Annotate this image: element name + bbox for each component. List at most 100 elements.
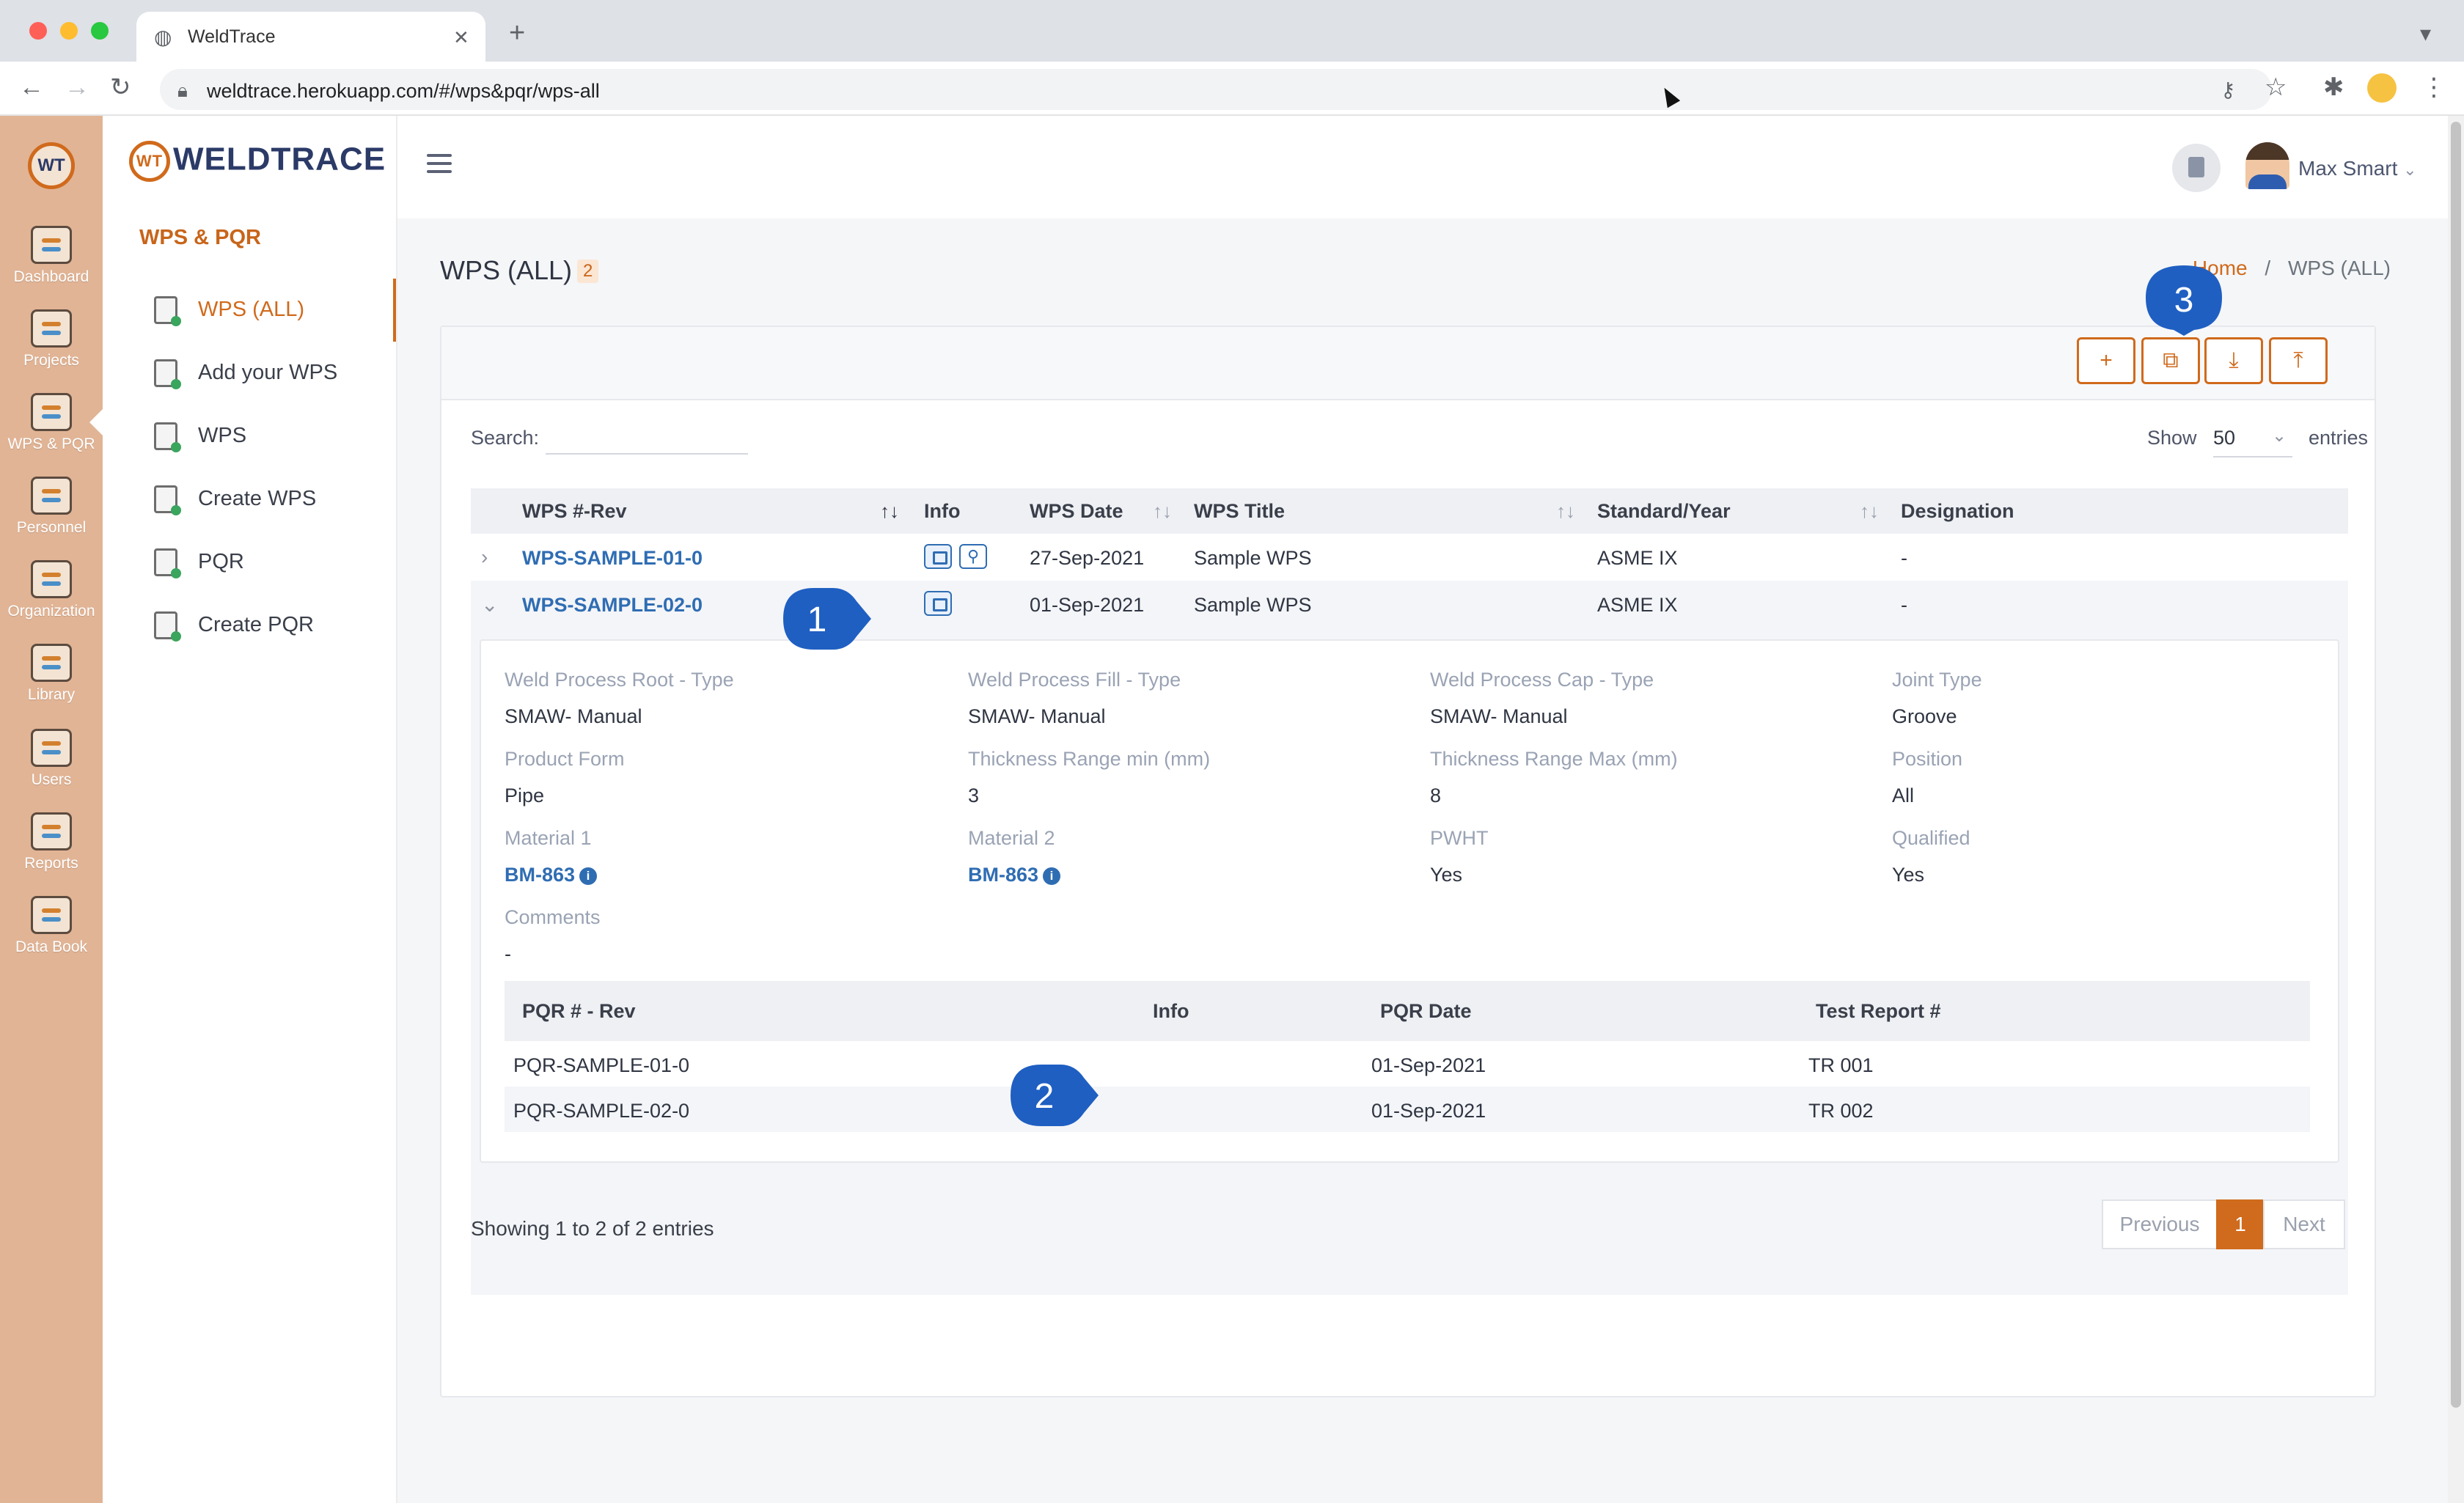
detail-label: Weld Process Fill - Type [968, 669, 1181, 691]
back-icon[interactable]: ← [19, 75, 44, 100]
sort-icon[interactable]: ↑↓ [1860, 500, 1879, 523]
callout-marker-3: 3 [2143, 264, 2225, 337]
detail-label: Thickness Range Max (mm) [1430, 748, 1678, 770]
previous-page-button[interactable]: Previous [2102, 1199, 2218, 1249]
wps-link[interactable]: WPS-SAMPLE-01-0 [522, 547, 703, 570]
key-icon[interactable]: ⚷ [2221, 78, 2236, 103]
sidebar-item-label: Create WPS [198, 487, 317, 510]
pqr-column-header: PQR Date [1380, 1000, 1472, 1022]
sidebar-item-pqr[interactable]: PQR [103, 531, 396, 594]
module-rail: WT Dashboard Projects WPS & PQR Personne… [0, 116, 103, 1503]
user-menu[interactable]: Max Smart ⌄ [2298, 157, 2417, 180]
column-header-date[interactable]: WPS Date [1030, 500, 1123, 523]
rail-item-dashboard[interactable]: Dashboard [0, 226, 103, 286]
upload-button[interactable]: ⤒ [2269, 337, 2328, 384]
rail-label: Personnel [16, 519, 87, 536]
material-2-link[interactable]: BM-863 i [968, 864, 1061, 886]
breadcrumb-separator: / [2265, 257, 2271, 279]
rail-item-personnel[interactable]: Personnel [0, 477, 103, 537]
table-row[interactable]: ⌄ WPS-SAMPLE-02-0 01-Sep-2021 Sample WPS… [471, 581, 2348, 628]
tab-search-icon[interactable]: ▾ [2420, 22, 2431, 47]
scrollbar-thumb[interactable] [2451, 122, 2461, 1408]
material-1-value: BM-863 [505, 864, 576, 886]
wps-link[interactable]: WPS-SAMPLE-02-0 [522, 594, 703, 617]
rail-item-data-book[interactable]: Data Book [0, 896, 103, 956]
sidebar-item-label: WPS [198, 424, 247, 447]
column-header-wps[interactable]: WPS #-Rev [522, 500, 627, 523]
sidebar-item-wps[interactable]: WPS [103, 405, 396, 468]
bookmark-star-icon[interactable]: ☆ [2265, 75, 2287, 100]
add-wps-button[interactable]: + [2077, 337, 2135, 384]
app-logo-icon[interactable]: WT [28, 142, 75, 189]
detail-value: All [1892, 784, 1915, 806]
clipboard-icon [154, 296, 181, 326]
count-badge: 2 [577, 260, 599, 283]
hamburger-menu-icon[interactable] [427, 154, 452, 173]
rail-item-library[interactable]: Library [0, 644, 103, 704]
next-page-button[interactable]: Next [2263, 1199, 2345, 1249]
rail-item-organization[interactable]: Organization [0, 560, 103, 620]
page-length-select[interactable]: 50 ⌄ [2213, 418, 2292, 457]
rail-item-projects[interactable]: Projects [0, 309, 103, 370]
sort-icon[interactable]: ↑↓ [1153, 500, 1172, 523]
notes-icon[interactable] [2172, 144, 2221, 192]
wps-pqr-sidebar: WT WELDTRACE WPS & PQR WPS (ALL) Add your… [103, 116, 397, 1503]
globe-icon: ◍ [154, 26, 172, 48]
detail-value: SMAW- Manual [505, 705, 642, 727]
sidebar-item-add-your-wps[interactable]: Add your WPS [103, 342, 396, 405]
wps-title: Sample WPS [1194, 594, 1312, 616]
search-input[interactable] [546, 419, 748, 455]
pqr-row[interactable]: PQR-SAMPLE-01-0 01-Sep-2021 TR 001 [505, 1041, 2310, 1087]
page-scrollbar[interactable] [2448, 116, 2464, 1503]
chevron-down-icon[interactable]: ⌄ [481, 592, 498, 617]
table-row[interactable]: › WPS-SAMPLE-01-0 ⚲ 27-Sep-2021 Sample W… [471, 534, 2348, 581]
sidebar-item-create-wps[interactable]: Create WPS [103, 468, 396, 531]
close-window-button[interactable] [29, 22, 47, 40]
download-button[interactable]: ⤓ [2204, 337, 2263, 384]
sidebar-item-label: WPS (ALL) [198, 298, 305, 321]
extensions-icon[interactable]: ✱ [2323, 75, 2344, 100]
info-icon[interactable]: i [1043, 867, 1061, 885]
user-avatar[interactable] [2245, 142, 2289, 189]
minimize-window-button[interactable] [60, 22, 78, 40]
detail-label: Weld Process Root - Type [505, 669, 734, 691]
users-icon [31, 729, 72, 767]
reload-icon[interactable]: ↻ [110, 75, 131, 100]
wps-standard: ASME IX [1597, 547, 1678, 569]
sort-asc-icon[interactable]: ↑↓ [880, 500, 899, 523]
pqr-row[interactable]: PQR-SAMPLE-02-0 01-Sep-2021 TR 002 [505, 1087, 2310, 1132]
page-1-button[interactable]: 1 [2216, 1199, 2265, 1249]
checklist-icon[interactable] [924, 591, 952, 616]
column-header-title[interactable]: WPS Title [1194, 500, 1285, 523]
detail-label: Thickness Range min (mm) [968, 748, 1211, 770]
sort-icon[interactable]: ↑↓ [1556, 500, 1575, 523]
address-bar[interactable]: 🔒︎ weldtrace.herokuapp.com/#/wps&pqr/wps… [160, 69, 2272, 110]
material-1-link[interactable]: BM-863 i [505, 864, 598, 886]
paperclip-icon[interactable]: ⚲ [959, 544, 987, 569]
copy-button[interactable]: ⧉ [2141, 337, 2200, 384]
rail-label: Users [31, 771, 72, 788]
detail-value: - [505, 943, 511, 965]
wps-detail-panel: Weld Process Root - Type SMAW- Manual We… [480, 639, 2339, 1163]
sidebar-item-wps-all[interactable]: WPS (ALL) [103, 279, 396, 342]
brand-logo[interactable]: WT WELDTRACE [129, 141, 386, 182]
rail-label: Dashboard [13, 268, 89, 285]
column-header-standard[interactable]: Standard/Year [1597, 500, 1731, 523]
wps-designation: - [1901, 594, 1907, 616]
rail-item-reports[interactable]: Reports [0, 812, 103, 872]
tab-close-icon[interactable]: ✕ [453, 25, 469, 50]
new-tab-button[interactable]: + [509, 19, 525, 47]
sidebar-item-create-pqr[interactable]: Create PQR [103, 594, 396, 657]
chevron-right-icon[interactable]: › [481, 545, 488, 569]
menu-kebab-icon[interactable]: ⋮ [2421, 75, 2446, 100]
info-icon[interactable]: i [579, 867, 598, 885]
active-pointer [89, 409, 103, 436]
rail-item-users[interactable]: Users [0, 729, 103, 789]
checklist-icon[interactable] [924, 544, 952, 569]
wps-date: 01-Sep-2021 [1030, 594, 1145, 616]
maximize-window-button[interactable] [91, 22, 109, 40]
forward-icon[interactable]: → [65, 75, 89, 100]
browser-tab[interactable]: ◍ WeldTrace ✕ [136, 12, 485, 62]
rail-item-wps-pqr[interactable]: WPS & PQR [0, 393, 103, 453]
profile-icon[interactable] [2367, 73, 2397, 103]
